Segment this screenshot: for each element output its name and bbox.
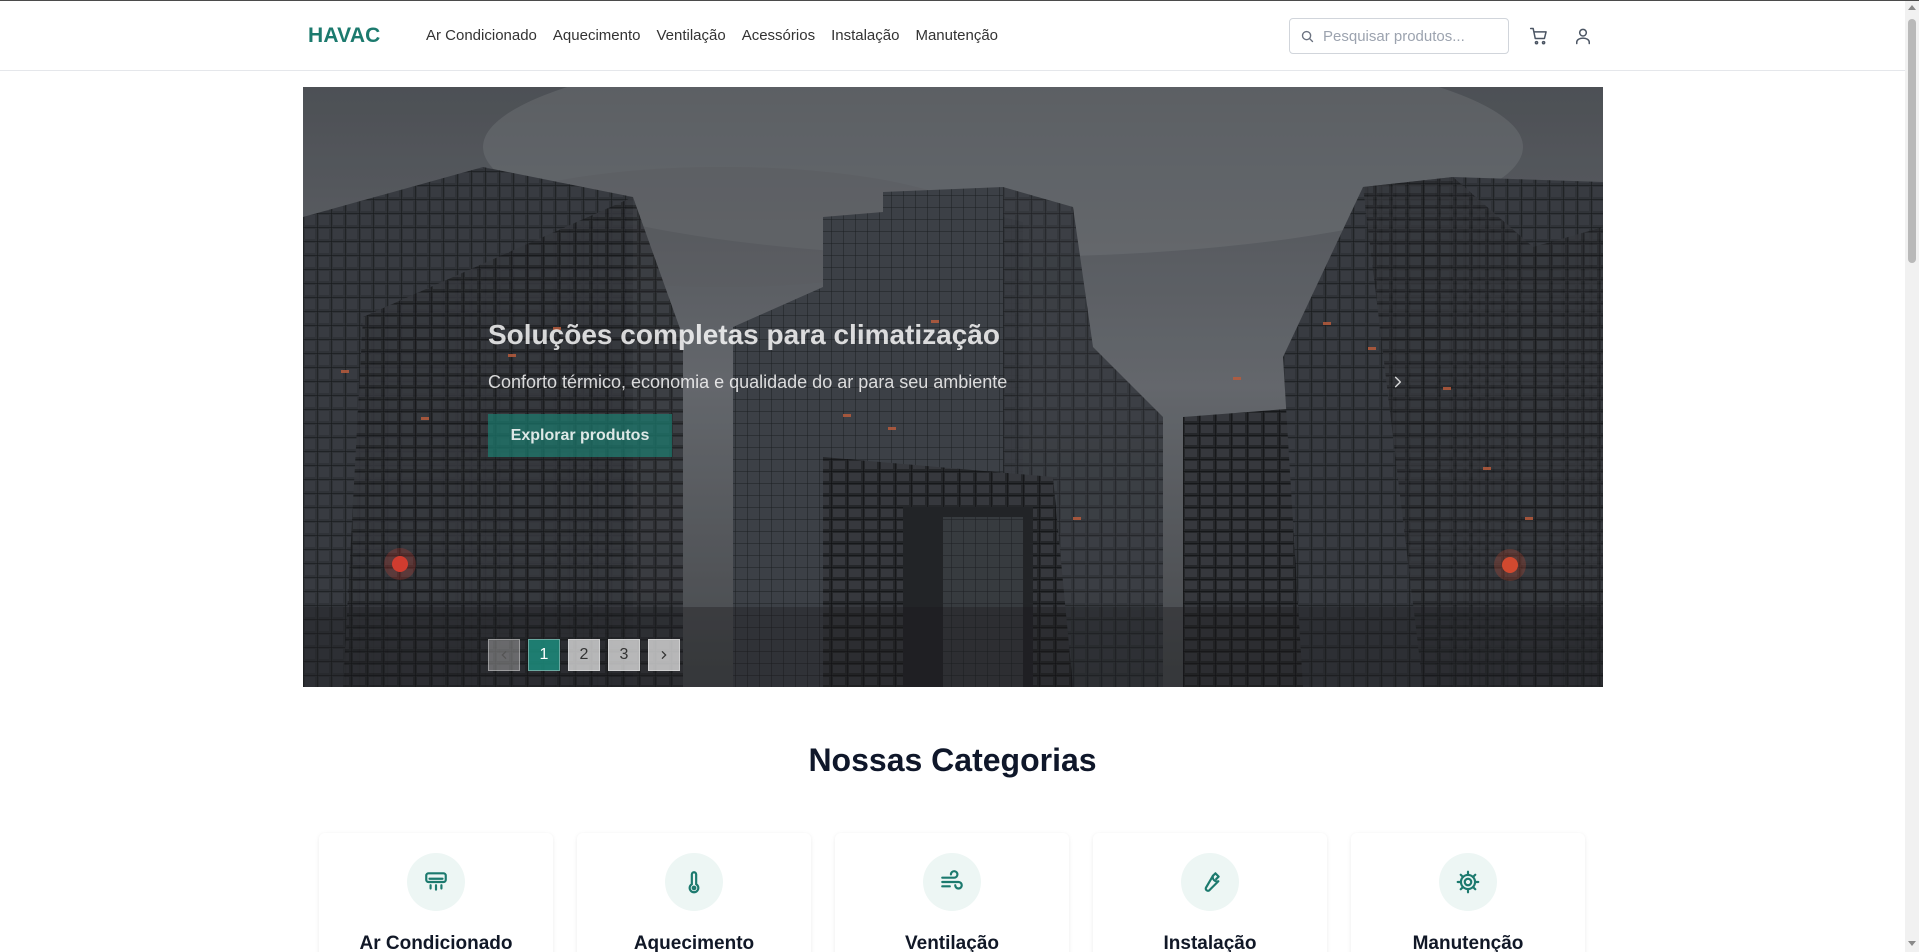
account-button[interactable]	[1572, 25, 1594, 47]
pagination-next-button[interactable]	[648, 639, 680, 671]
category-card-manutencao[interactable]: Manutenção	[1351, 833, 1585, 952]
category-label: Ar Condicionado	[359, 933, 513, 952]
user-icon	[1576, 28, 1590, 45]
gear-icon	[1456, 870, 1480, 894]
site-logo[interactable]: HAVAC	[308, 24, 381, 48]
site-header: HAVAC Ar Condicionado Aquecimento Ventil…	[0, 1, 1905, 71]
carousel-next-arrow[interactable]	[1386, 370, 1410, 394]
page-scrollbar[interactable]	[1905, 1, 1919, 952]
category-card-ar-condicionado[interactable]: Ar Condicionado	[319, 833, 553, 952]
wind-icon	[941, 870, 963, 890]
category-icon-wrap	[1439, 853, 1497, 911]
pagination-page-1[interactable]: 1	[528, 639, 560, 671]
carousel-pagination: 1 2 3	[488, 639, 680, 671]
nav-item-instalacao[interactable]: Instalação	[831, 27, 899, 44]
chevron-right-icon	[661, 651, 667, 659]
category-card-instalacao[interactable]: Instalação	[1093, 833, 1327, 952]
nav-item-manutencao[interactable]: Manutenção	[915, 27, 998, 44]
nav-item-aquecimento[interactable]: Aquecimento	[553, 27, 641, 44]
categories-grid: Ar Condicionado Aquecimento Ventilação I…	[319, 833, 1585, 952]
hero-title: Soluções completas para climatização	[488, 319, 1000, 350]
pagination-page-3[interactable]: 3	[608, 639, 640, 671]
scroll-up-arrow[interactable]	[1908, 5, 1916, 10]
nav-item-ventilacao[interactable]: Ventilação	[656, 27, 725, 44]
chevron-left-icon	[501, 651, 507, 659]
search-icon	[1301, 30, 1314, 42]
thermometer-icon	[688, 871, 700, 894]
category-label: Aquecimento	[633, 933, 755, 952]
hero-carousel: Soluções completas para climatização Con…	[303, 87, 1603, 687]
categories-title: Nossas Categorias	[808, 742, 1097, 778]
category-label: Manutenção	[1412, 933, 1524, 952]
scroll-down-arrow[interactable]	[1908, 941, 1916, 946]
explore-products-button[interactable]: Explorar produtos	[488, 414, 672, 457]
category-label: Ventilação	[905, 933, 999, 952]
air-conditioner-icon	[425, 872, 447, 891]
hero-subtitle: Conforto térmico, economia e qualidade d…	[488, 372, 1008, 392]
category-card-ventilacao[interactable]: Ventilação	[835, 833, 1069, 952]
category-icon-wrap	[923, 853, 981, 911]
wrench-icon	[1204, 872, 1220, 892]
pagination-prev-button[interactable]	[488, 639, 520, 671]
main-nav: Ar Condicionado Aquecimento Ventilação A…	[426, 27, 998, 44]
search-box[interactable]	[1289, 18, 1509, 54]
search-input[interactable]	[1323, 27, 1503, 45]
category-card-aquecimento[interactable]: Aquecimento	[577, 833, 811, 952]
category-icon-wrap	[665, 853, 723, 911]
category-label: Instalação	[1163, 933, 1257, 952]
chevron-right-icon	[1394, 376, 1402, 388]
nav-item-ar-condicionado[interactable]: Ar Condicionado	[426, 27, 537, 44]
scrollbar-thumb[interactable]	[1908, 19, 1916, 263]
cart-icon	[1529, 27, 1547, 45]
cart-button[interactable]	[1528, 25, 1550, 47]
category-icon-wrap	[407, 853, 465, 911]
nav-item-acessorios[interactable]: Acessórios	[742, 27, 815, 44]
category-icon-wrap	[1181, 853, 1239, 911]
pagination-page-2[interactable]: 2	[568, 639, 600, 671]
